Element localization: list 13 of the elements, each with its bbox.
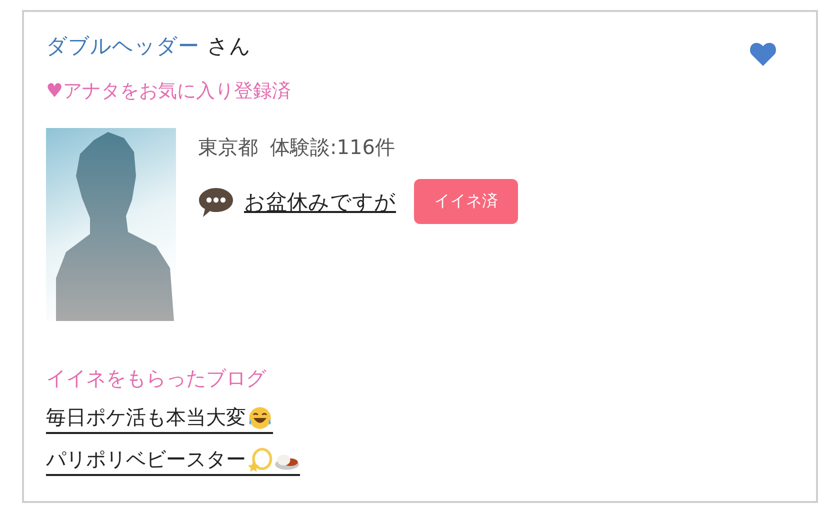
favorite-status: ♥アナタをお気に入り登録済	[46, 79, 292, 104]
comment-link[interactable]: お盆休みですが	[244, 188, 396, 216]
blog-link[interactable]: パリポリベビースター	[46, 446, 300, 476]
honorific: さん	[207, 33, 251, 60]
speech-bubble-icon	[198, 186, 234, 218]
location: 東京都	[198, 134, 258, 161]
dizzy-star-icon	[247, 446, 273, 472]
user-name-link[interactable]: ダブルヘッダー	[46, 32, 199, 60]
section-title: イイネをもらったブログ	[46, 365, 268, 392]
heart-icon[interactable]	[750, 42, 776, 66]
laughing-emoji-icon	[247, 404, 273, 430]
blog-link[interactable]: 毎日ポケ活も本当大変	[46, 404, 273, 434]
review-count: 体験談:116件	[270, 134, 395, 161]
